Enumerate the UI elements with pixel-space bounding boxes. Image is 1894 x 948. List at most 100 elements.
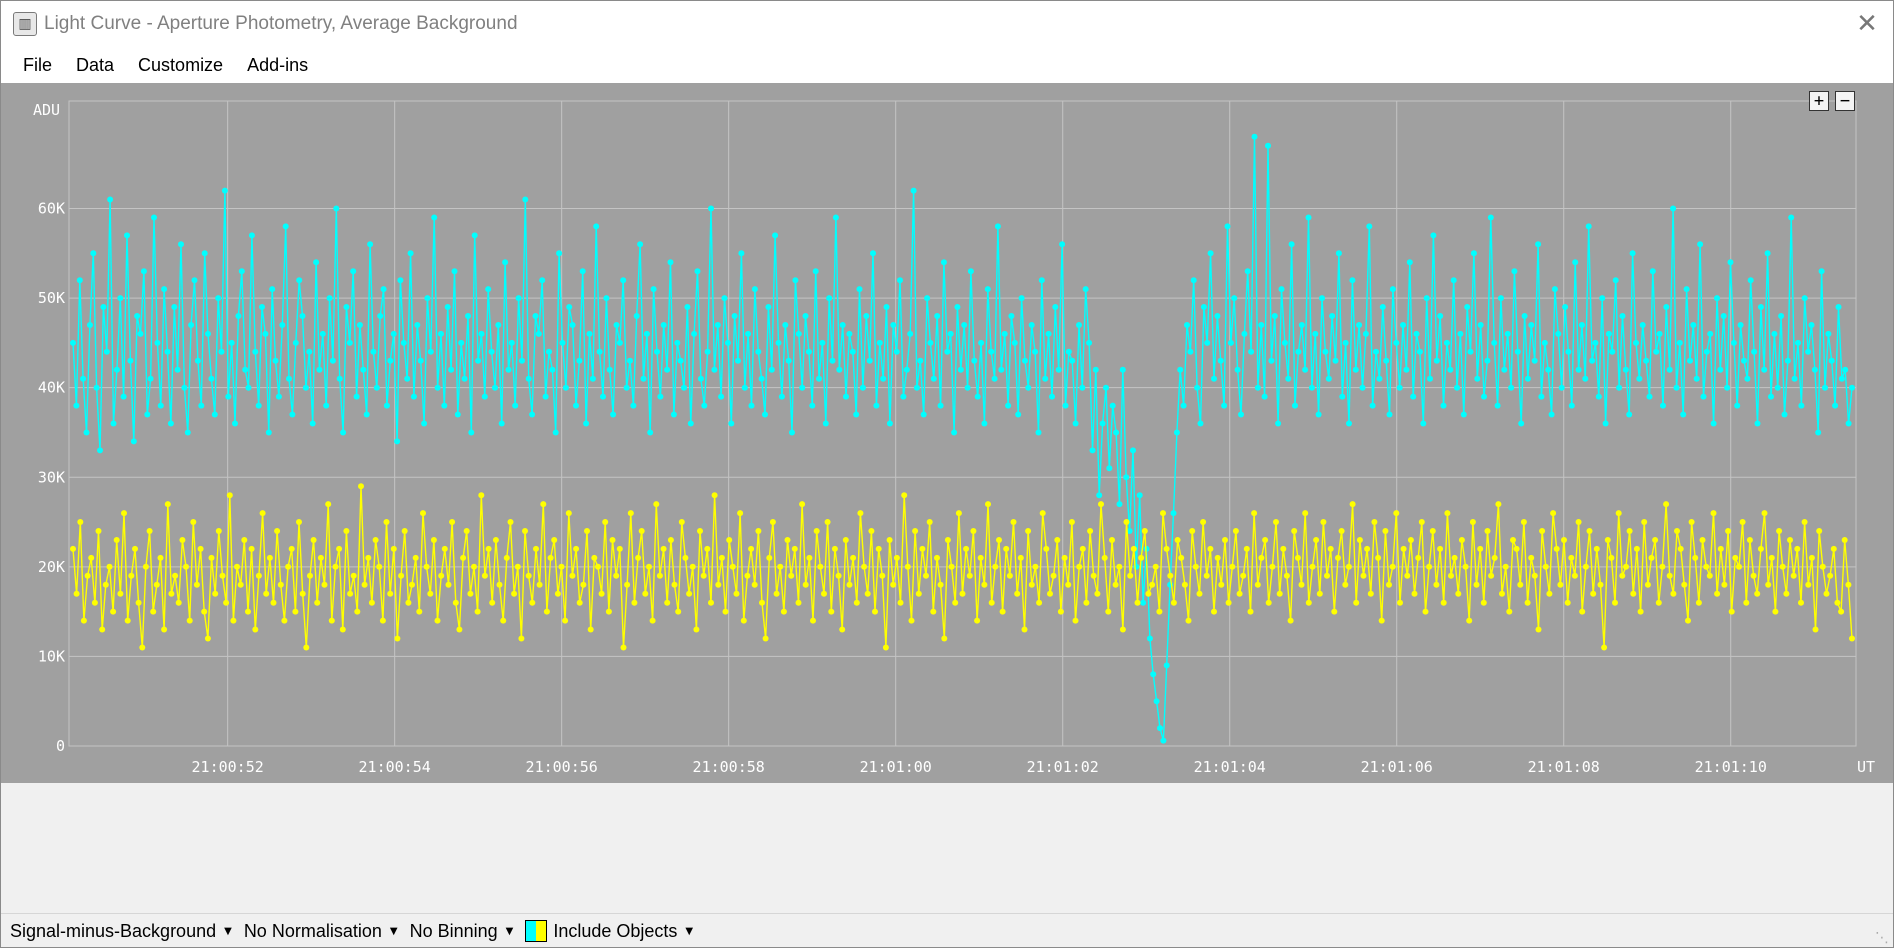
data-point [846,330,853,337]
data-point [164,501,171,508]
data-point [1134,599,1141,606]
close-button[interactable]: ✕ [1841,1,1893,47]
menu-customize[interactable]: Customize [126,49,235,82]
data-point [241,537,248,543]
data-point [762,411,768,418]
data-point [507,519,514,525]
data-point [890,322,897,328]
data-point [1160,510,1166,517]
data-point [853,411,860,418]
data-point [144,411,151,418]
data-point [1232,528,1239,534]
x-tick-label: 21:00:58 [693,758,765,776]
y-axis-label: ADU [33,101,60,119]
menu-file[interactable]: File [11,49,64,82]
data-point [471,232,478,239]
data-point [977,554,984,561]
data-point [208,375,215,382]
data-point [733,590,740,597]
data-point [1539,528,1546,534]
menu-add-ins[interactable]: Add-ins [235,49,320,82]
zoom-out-button[interactable]: − [1835,91,1855,111]
data-point [741,384,748,391]
data-point [508,339,515,346]
light-curve-chart[interactable]: ADU UT 0 10K 20K 30K 40K 50K 60K 21:00:52 21:00:… [1,83,1893,783]
data-point [1275,420,1282,427]
data-point [589,375,596,382]
data-point [1827,572,1834,579]
data-point [722,608,729,615]
data-point [1338,528,1345,534]
data-point [1454,384,1460,391]
data-point [682,554,689,561]
data-point [1832,402,1839,409]
data-point [1079,545,1086,552]
data-point [609,537,616,543]
data-point [1177,366,1184,373]
menu-data[interactable]: Data [64,49,126,82]
data-point [77,519,84,525]
data-point [974,393,981,400]
data-point [1062,402,1069,409]
window-title: Light Curve - Aperture Photometry, Avera… [44,13,518,34]
data-point [627,357,633,364]
data-point [288,545,295,552]
data-point [1156,608,1163,615]
binning-dropdown[interactable]: No Binning ▼ [410,921,514,942]
data-point [172,572,179,579]
include-objects-dropdown[interactable]: Include Objects ▼ [525,920,693,942]
data-point [310,537,317,543]
data-point [1160,737,1167,744]
data-point [901,492,908,499]
data-point [208,554,215,561]
data-point [795,599,802,606]
data-point [1273,519,1279,525]
data-point [90,250,97,257]
data-point [1455,590,1462,597]
data-point [1325,375,1332,382]
data-point [1411,590,1418,597]
signal-mode-dropdown[interactable]: Signal-minus-Background ▼ [10,921,232,942]
data-point [821,590,827,597]
data-point [890,581,897,588]
data-point [959,590,966,597]
normalisation-dropdown[interactable]: No Normalisation ▼ [244,921,398,942]
data-point [356,322,363,328]
data-point [1504,330,1511,337]
data-point [1477,322,1484,328]
data-point [762,635,769,642]
data-point [569,572,576,579]
data-point [1382,528,1389,534]
data-point [1433,357,1440,364]
data-point [721,295,728,302]
data-point [1656,330,1663,337]
data-point [1612,599,1618,606]
zoom-in-button[interactable]: + [1809,91,1829,111]
data-point [1680,411,1687,418]
color-swatch-icon [525,920,548,942]
data-point [1706,572,1713,579]
data-point [1609,348,1616,355]
data-point [370,348,377,355]
data-point [934,554,940,561]
data-point [917,357,924,364]
data-point [1458,537,1465,543]
data-point [1643,357,1650,364]
data-point [124,232,130,239]
data-point [299,590,306,597]
data-point [1575,519,1582,525]
data-point [1335,250,1342,257]
data-point [279,322,286,328]
data-point [117,295,124,302]
light-curve-plot[interactable]: ADU UT 0 10K 20K 30K 40K 50K 60K 21:00:52 21:00:… [1,83,1893,783]
resize-grip-icon[interactable]: ⋱ [1875,930,1889,946]
data-point [73,402,80,409]
dropdown-arrow-icon: ▼ [505,925,514,937]
data-point [184,429,191,436]
data-point [1732,554,1739,561]
data-point [1746,537,1753,543]
data-point [255,402,262,409]
data-point [328,617,335,624]
data-point [580,581,587,588]
data-point [606,366,613,373]
